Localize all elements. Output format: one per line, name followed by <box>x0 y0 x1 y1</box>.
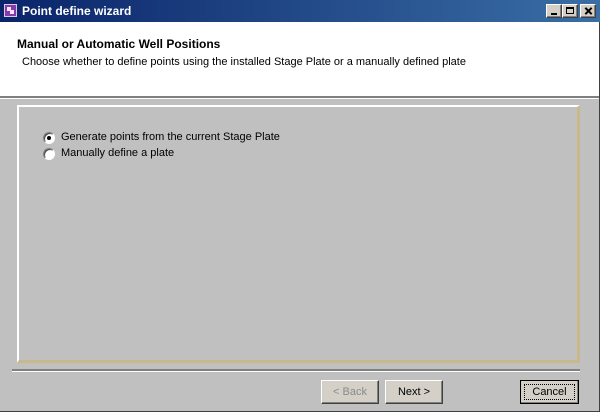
radio-button[interactable] <box>43 148 55 160</box>
header-divider <box>0 96 599 99</box>
back-button[interactable]: < Back <box>321 380 379 404</box>
page-title: Manual or Automatic Well Positions <box>17 37 221 51</box>
minimize-button[interactable] <box>546 4 562 18</box>
option-label: Manually define a plate <box>61 147 175 159</box>
cancel-label: Cancel <box>532 386 567 398</box>
title-bar[interactable]: Point define wizard <box>0 0 600 22</box>
wizard-window: Point define wizard Manual or Automatic … <box>0 0 600 412</box>
maximize-button[interactable] <box>562 4 578 18</box>
footer-divider <box>12 369 580 372</box>
radio-button[interactable] <box>43 132 55 144</box>
page-subtitle: Choose whether to define points using th… <box>22 56 466 68</box>
options-panel: Generate points from the current Stage P… <box>17 105 580 363</box>
close-button[interactable] <box>580 4 596 18</box>
app-icon[interactable] <box>4 4 17 17</box>
option-label: Generate points from the current Stage P… <box>61 131 280 143</box>
wizard-header: Manual or Automatic Well Positions Choos… <box>0 22 599 96</box>
window-title: Point define wizard <box>22 4 132 18</box>
next-button[interactable]: Next > <box>385 380 443 404</box>
cancel-button[interactable]: Cancel <box>520 380 579 404</box>
